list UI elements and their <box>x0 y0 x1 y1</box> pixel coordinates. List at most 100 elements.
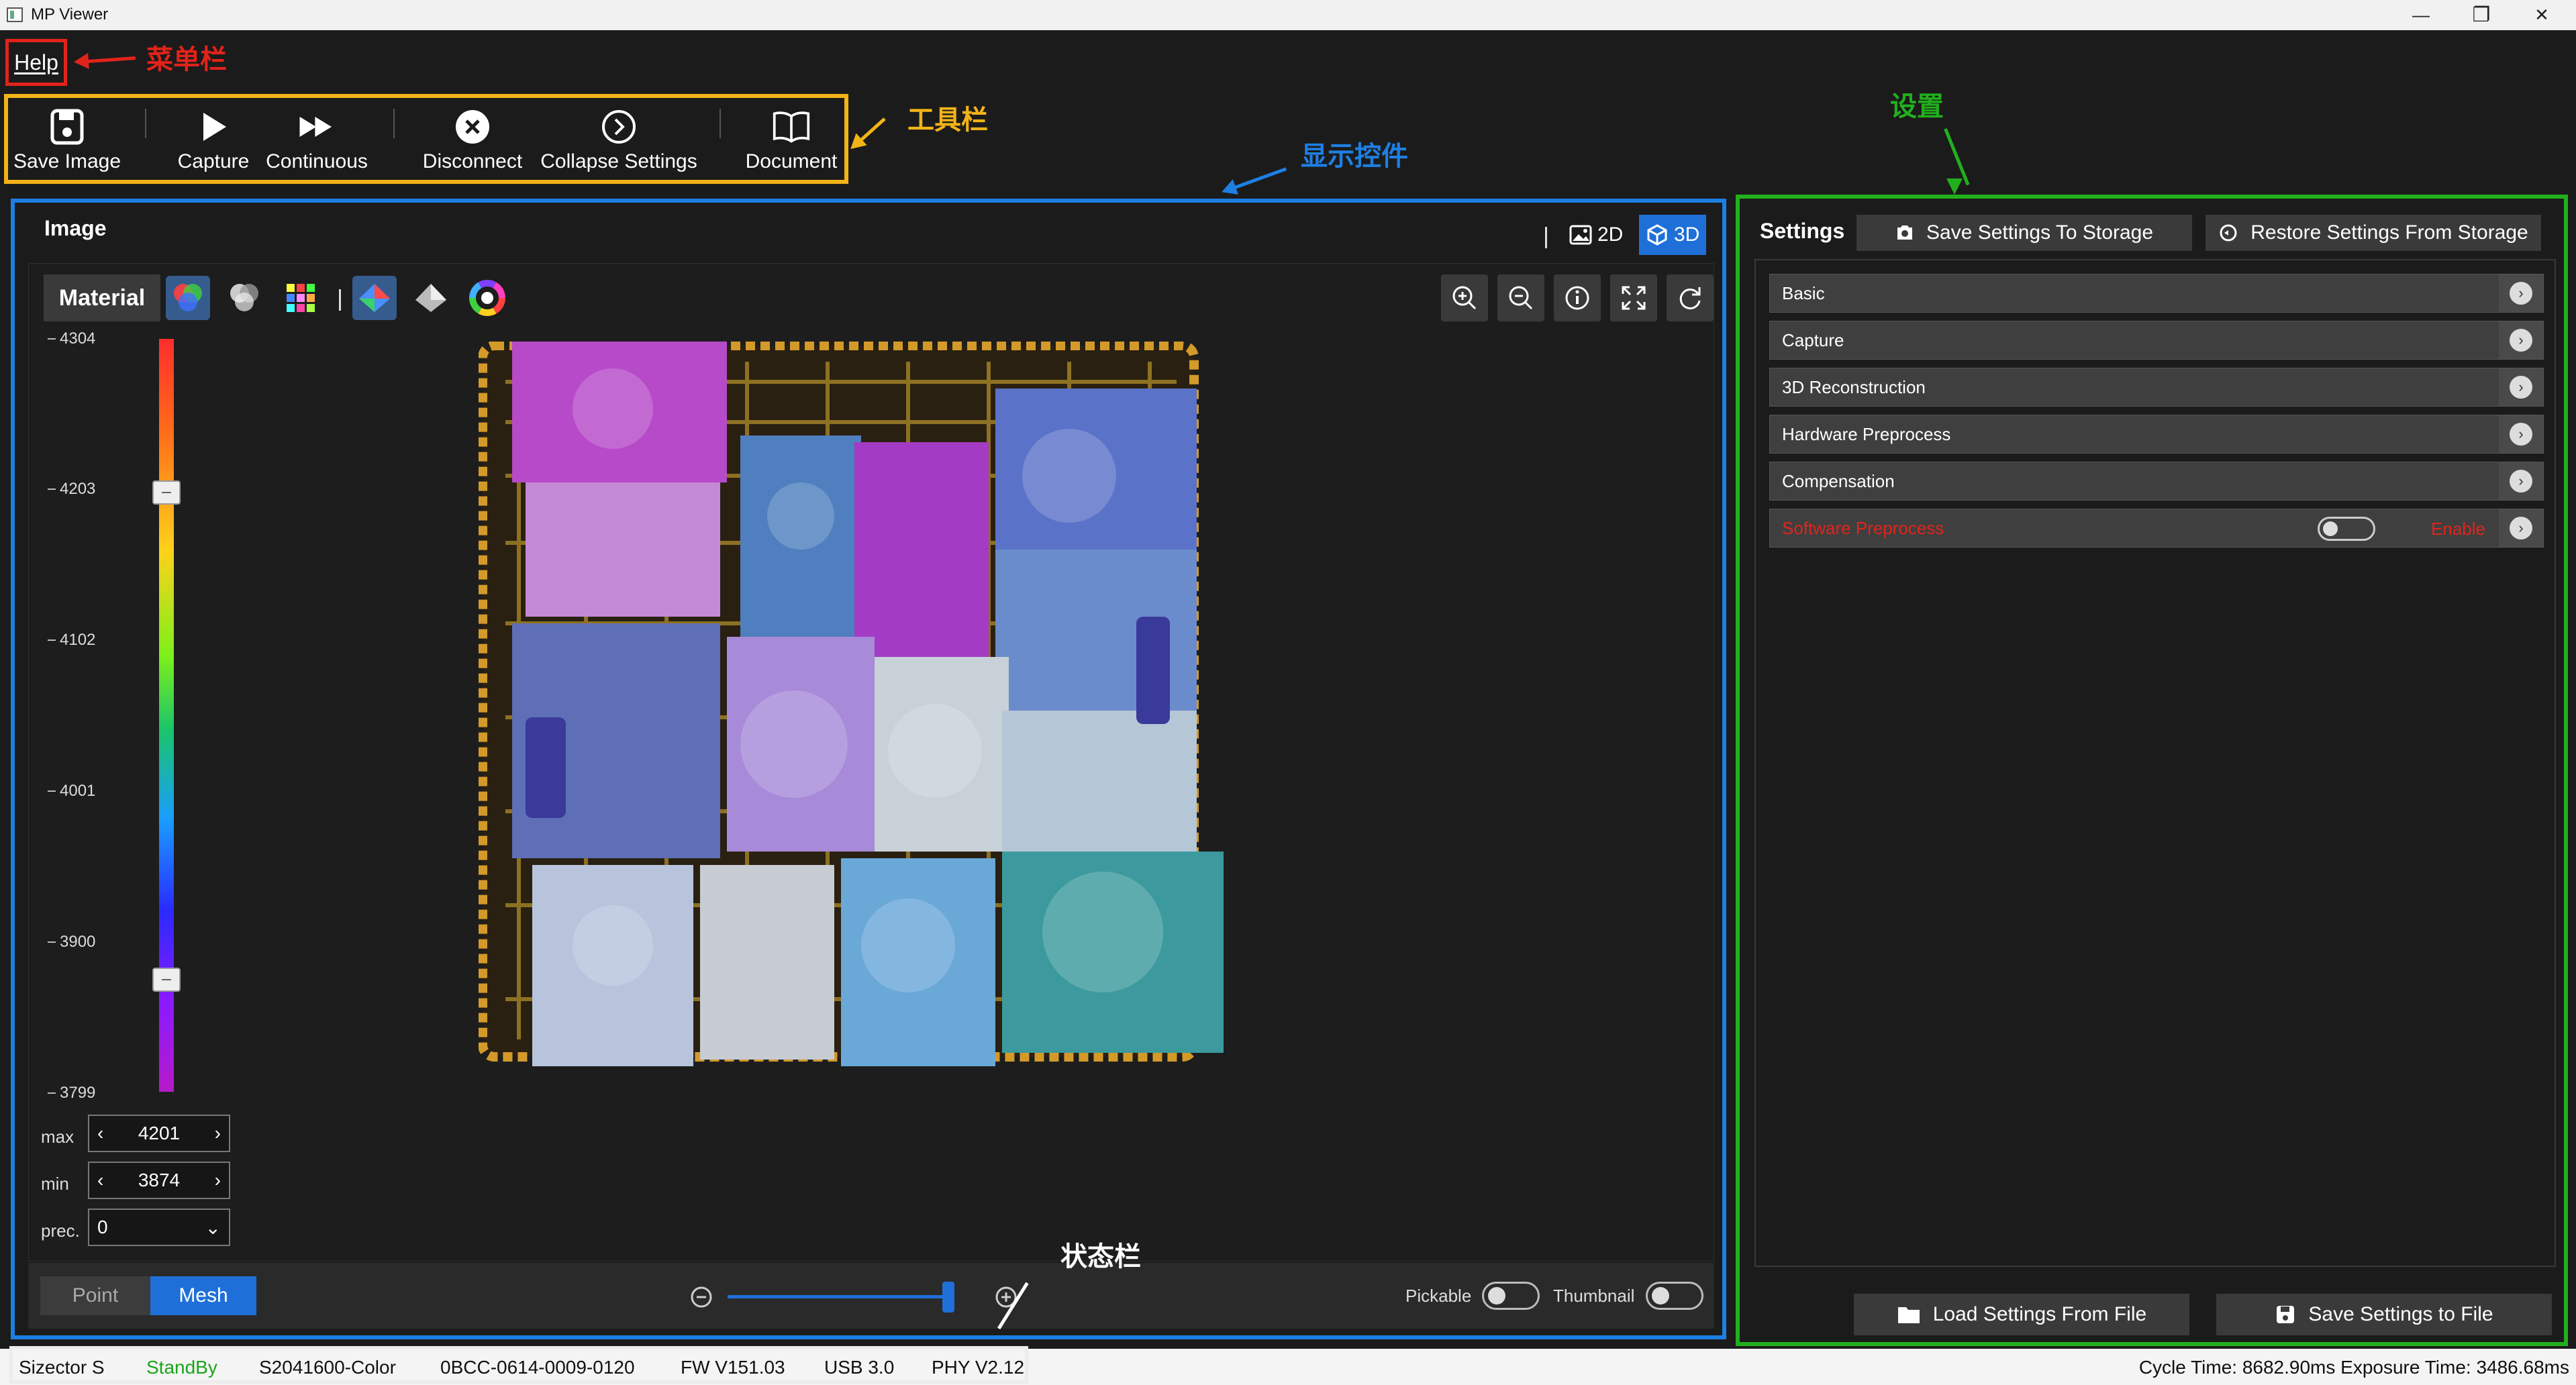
settings-section-list: Basic › Capture › 3D Reconstruction › Ha… <box>1754 259 2556 1267</box>
annotation-arrow <box>1944 128 1970 186</box>
play-icon <box>194 107 233 146</box>
restore-settings-from-storage-button[interactable]: Restore Settings From Storage <box>2206 215 2541 251</box>
range-max-handle[interactable] <box>152 480 181 505</box>
min-label: min <box>41 1174 69 1194</box>
status-bar-highlight <box>9 1346 1028 1384</box>
min-spinbox[interactable]: ‹ 3874 › <box>88 1162 230 1199</box>
continuous-button[interactable]: Continuous <box>262 98 372 180</box>
fit-view-icon[interactable] <box>1610 274 1657 321</box>
mode-3d-label: 3D <box>1674 223 1700 246</box>
status-timing: Cycle Time: 8682.90ms Exposure Time: 348… <box>2138 1357 2569 1378</box>
section-label: Basic <box>1782 283 1825 303</box>
gray-circles-icon[interactable] <box>222 276 266 320</box>
capture-label: Capture <box>177 150 250 172</box>
annotation-arrow <box>852 117 886 148</box>
info-icon[interactable] <box>1554 274 1601 321</box>
render-point-button[interactable]: Point <box>40 1276 150 1315</box>
annotation-menu-bar: 菜单栏 <box>146 44 227 75</box>
prec-select[interactable]: 0 ⌄ <box>88 1209 230 1246</box>
save-image-label: Save Image <box>13 150 121 172</box>
enable-label: Enable <box>2431 519 2485 539</box>
section-basic[interactable]: Basic › <box>1769 274 2544 313</box>
cube-icon <box>1647 224 1667 246</box>
app-icon <box>7 7 23 22</box>
annotation-status-bar: 状态栏 <box>1060 1241 1141 1272</box>
prec-value: 0 <box>97 1217 108 1237</box>
annotation-settings: 设置 <box>1890 91 1944 122</box>
depth-color-icon[interactable] <box>352 276 397 320</box>
restore-icon <box>2220 224 2237 242</box>
disconnect-button[interactable]: Disconnect <box>419 98 526 180</box>
mode-3d-button[interactable]: 3D <box>1639 215 1707 255</box>
colorbar-tick: 4001 <box>47 782 96 800</box>
close-button[interactable]: ✕ <box>2512 0 2572 30</box>
chevron-right-icon[interactable]: › <box>215 1123 221 1144</box>
color-grid-icon[interactable] <box>279 276 323 320</box>
pickable-toggle[interactable] <box>1482 1282 1540 1310</box>
disconnect-label: Disconnect <box>422 150 523 172</box>
title-bar: MP Viewer — ❐ ✕ <box>0 0 2576 30</box>
section-compensation[interactable]: Compensation › <box>1769 462 2544 501</box>
section-label: Capture <box>1782 329 1844 350</box>
colorbar-tick: 4102 <box>47 631 96 649</box>
load-from-file-label: Load Settings From File <box>1932 1303 2147 1325</box>
expand-arrow-icon[interactable]: › <box>2499 274 2543 312</box>
thumbnail-toggle[interactable] <box>1646 1282 1703 1310</box>
mode-2d-button[interactable]: 2D <box>1563 215 1630 255</box>
zoom-slider-handle[interactable] <box>942 1282 954 1313</box>
toolbar-separator <box>720 109 721 138</box>
annotation-toolbar: 工具栏 <box>907 105 988 136</box>
color-wheel-icon[interactable] <box>465 276 509 320</box>
zoom-slider-track[interactable] <box>728 1295 953 1298</box>
gray-shape-icon[interactable] <box>409 276 453 320</box>
document-button[interactable]: Document <box>741 98 842 180</box>
section-software-preprocess[interactable]: Software Preprocess Enable › <box>1769 509 2544 548</box>
mode-2d-label: 2D <box>1597 223 1624 246</box>
range-min-handle[interactable] <box>152 968 181 992</box>
continuous-label: Continuous <box>266 150 368 172</box>
menu-help[interactable]: Help <box>5 39 67 86</box>
minimize-button[interactable]: — <box>2391 0 2451 30</box>
settings-tab[interactable]: Settings <box>1760 211 1844 251</box>
expand-arrow-icon[interactable]: › <box>2499 462 2543 500</box>
expand-arrow-icon[interactable]: › <box>2499 368 2543 406</box>
section-label: Hardware Preprocess <box>1782 423 1951 444</box>
save-image-button[interactable]: Save Image <box>11 98 123 180</box>
chevron-right-icon[interactable]: › <box>215 1170 221 1191</box>
colorbar-tick: 3900 <box>47 933 96 951</box>
render-mesh-button[interactable]: Mesh <box>150 1276 256 1315</box>
toolbar-separator <box>145 109 146 138</box>
floppy-disk-icon <box>2277 1306 2295 1323</box>
min-value: 3874 <box>138 1170 181 1190</box>
maximize-button[interactable]: ❐ <box>2451 0 2512 30</box>
expand-arrow-icon[interactable]: › <box>2499 509 2543 547</box>
zoom-plus-icon[interactable] <box>995 1286 1018 1312</box>
section-3d-reconstruction[interactable]: 3D Reconstruction › <box>1769 368 2544 407</box>
chevron-left-icon[interactable]: ‹ <box>97 1123 103 1144</box>
close-circle-icon <box>453 107 492 146</box>
save-settings-to-file-button[interactable]: Save Settings to File <box>2216 1294 2552 1335</box>
section-capture[interactable]: Capture › <box>1769 321 2544 360</box>
chevron-down-icon: ⌄ <box>205 1217 221 1238</box>
collapse-settings-button[interactable]: Collapse Settings <box>536 98 702 180</box>
zoom-out-icon[interactable] <box>1497 274 1544 321</box>
max-spinbox[interactable]: ‹ 4201 › <box>88 1115 230 1152</box>
software-preprocess-toggle[interactable] <box>2318 517 2375 541</box>
expand-arrow-icon[interactable]: › <box>2499 415 2543 453</box>
save-settings-to-storage-button[interactable]: Save Settings To Storage <box>1856 215 2192 251</box>
zoom-in-icon[interactable] <box>1441 274 1488 321</box>
max-label: max <box>41 1127 75 1147</box>
thumbnail-label: Thumbnail <box>1553 1286 1635 1306</box>
display-title: Image <box>44 216 107 240</box>
expand-arrow-icon[interactable]: › <box>2499 321 2543 359</box>
capture-button[interactable]: Capture <box>166 98 260 180</box>
rgb-color-icon[interactable] <box>166 276 210 320</box>
reset-view-icon[interactable] <box>1667 274 1714 321</box>
material-label: Material <box>44 274 160 321</box>
section-hardware-preprocess[interactable]: Hardware Preprocess › <box>1769 415 2544 454</box>
3d-viewport[interactable]: Material 4304 4203 4102 4001 3900 3799 m… <box>28 263 1714 1262</box>
toolbar-separator <box>393 109 395 138</box>
load-settings-from-file-button[interactable]: Load Settings From File <box>1854 1294 2189 1335</box>
chevron-left-icon[interactable]: ‹ <box>97 1170 103 1191</box>
zoom-minus-icon[interactable] <box>690 1286 713 1312</box>
